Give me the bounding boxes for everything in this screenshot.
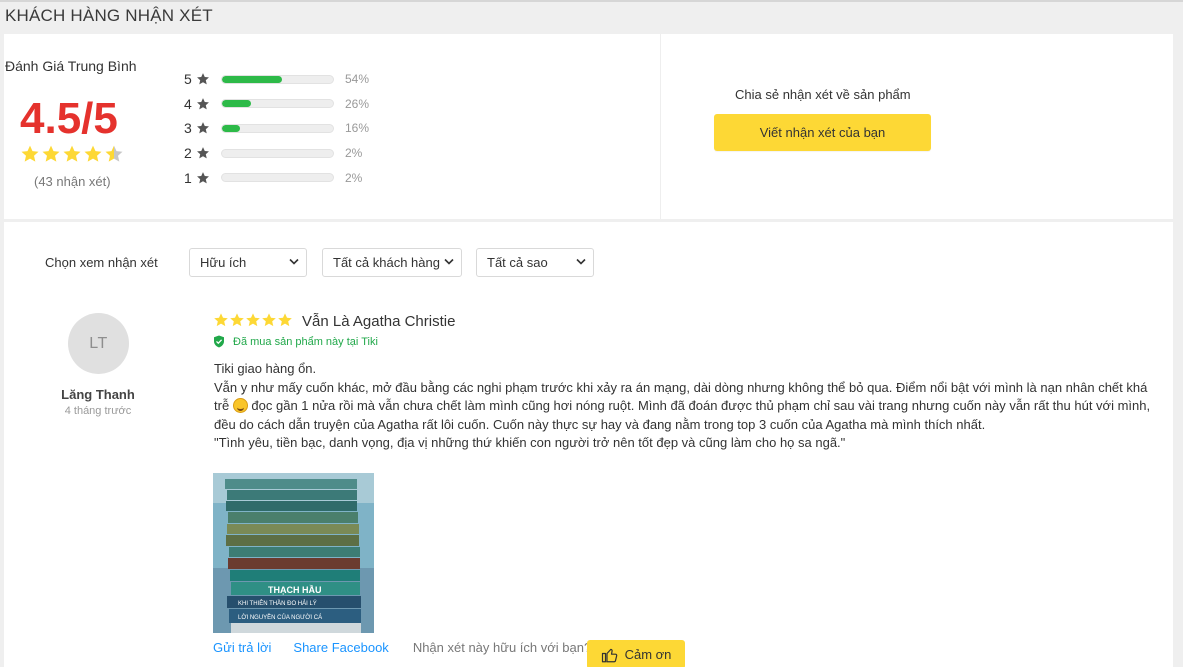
star-icon xyxy=(63,145,81,162)
rating-bar xyxy=(221,99,334,109)
review-actions: Gửi trả lời Share Facebook Nhận xét này … xyxy=(213,640,591,655)
star-icon xyxy=(197,98,209,110)
star-icon xyxy=(21,145,39,162)
star-icon xyxy=(262,313,276,327)
sort-select-value: Hữu ích xyxy=(200,255,247,270)
rating-summary-card: Đánh Giá Trung Bình 4.5/5 (43 nhận xét) … xyxy=(4,34,1173,219)
top-divider xyxy=(0,0,1183,2)
avatar: LT xyxy=(68,313,129,374)
star-icon xyxy=(197,73,209,85)
average-score: 4.5/5 xyxy=(20,94,118,143)
star-icon xyxy=(197,147,209,159)
rating-percent: 54% xyxy=(345,72,370,87)
helpful-question: Nhận xét này hữu ích với bạn? xyxy=(412,640,592,655)
filter-label: Chọn xem nhận xét xyxy=(45,255,158,270)
star-icon xyxy=(246,313,260,327)
verified-text: Đã mua sản phẩm này tại Tiki xyxy=(233,335,378,348)
rating-star-count: 1 xyxy=(184,169,192,186)
share-review-text: Chia sẻ nhận xét về sản phẩm xyxy=(735,87,911,102)
verified-purchase: Đã mua sản phẩm này tại Tiki xyxy=(213,335,378,348)
star-icon xyxy=(42,145,60,162)
rating-star-count: 4 xyxy=(184,95,192,112)
photo-text-1: THẠCH HẦU xyxy=(268,585,322,595)
reply-link[interactable]: Gửi trả lời xyxy=(213,640,271,655)
rating-row: 1 2% xyxy=(184,165,369,190)
review-time: 4 tháng trước xyxy=(64,405,132,417)
rating-row: 5 54% xyxy=(184,67,369,92)
review-content: Tiki giao hàng ổn. Vẫn y như mấy cuốn kh… xyxy=(214,360,1164,453)
star-filter-value: Tất cả sao xyxy=(487,255,548,270)
rating-bar-fill xyxy=(222,75,282,83)
rating-bar xyxy=(221,123,334,133)
section-title: KHÁCH HÀNG NHẬN XÉT xyxy=(5,6,213,25)
reviewer-name: Lăng Thanh xyxy=(61,387,135,402)
rating-percent: 2% xyxy=(345,170,363,185)
write-review-button[interactable]: Viết nhận xét của bạn xyxy=(714,114,931,151)
verified-shield-icon xyxy=(214,335,224,348)
customer-filter-select[interactable]: Tất cả khách hàng xyxy=(322,248,462,277)
customer-filter-value: Tất cả khách hàng xyxy=(333,255,440,270)
rating-star-count: 3 xyxy=(184,120,192,137)
half-star-icon xyxy=(105,145,123,162)
star-icon xyxy=(197,122,209,134)
review-text-part-b: đọc gần 1 nửa rồi mà vẫn chưa chết làm m… xyxy=(214,398,1151,432)
summary-divider xyxy=(660,34,661,219)
star-filter-select[interactable]: Tất cả sao xyxy=(476,248,594,277)
star-icon xyxy=(197,171,209,184)
average-stars xyxy=(20,144,124,164)
rating-percent: 26% xyxy=(345,96,370,111)
star-icon xyxy=(214,313,228,327)
rating-row: 2 2% xyxy=(184,141,369,166)
reviews-card: Chọn xem nhận xét Hữu ích Tất cả khách h… xyxy=(4,222,1173,667)
rating-bar xyxy=(221,173,334,183)
rating-row: 4 26% xyxy=(184,92,369,117)
laughing-emoji-icon xyxy=(232,398,248,413)
photo-text-2: KHI THIÊN THẦN ĐO HẢI LÝ xyxy=(238,599,317,607)
review-count: (43 nhận xét) xyxy=(34,174,111,189)
review-stars xyxy=(213,312,293,328)
average-rating-label: Đánh Giá Trung Bình xyxy=(5,58,137,74)
review-line-1: Tiki giao hàng ổn. xyxy=(214,361,317,376)
sort-select[interactable]: Hữu ích xyxy=(189,248,307,277)
review-line-3: "Tình yêu, tiền bạc, danh vọng, địa vị n… xyxy=(214,435,846,450)
star-icon xyxy=(230,313,244,327)
review-title: Vẫn Là Agatha Christie xyxy=(302,313,456,330)
star-icon xyxy=(278,313,292,327)
rating-bar-fill xyxy=(222,100,251,108)
rating-star-count: 5 xyxy=(184,71,192,88)
photo-text-3: LỜI NGUYỀN CỦA NGƯỜI CÁ xyxy=(238,614,322,621)
chevron-down-icon xyxy=(289,258,299,265)
review-line-2: Vẫn y như mấy cuốn khác, mở đầu bằng các… xyxy=(214,379,1164,435)
rating-percent: 16% xyxy=(345,121,370,136)
share-facebook-link[interactable]: Share Facebook xyxy=(293,640,388,655)
thumbs-up-icon xyxy=(601,648,617,662)
chevron-down-icon xyxy=(576,258,586,265)
rating-percent: 2% xyxy=(345,146,363,161)
thanks-button[interactable]: Cảm ơn xyxy=(587,640,685,667)
rating-row: 3 16% xyxy=(184,116,369,141)
star-icon xyxy=(84,145,102,162)
rating-bar xyxy=(221,148,334,158)
review-photo-thumbnail[interactable]: THẠCH HẦU KHI THIÊN THẦN ĐO HẢI LÝ LỜI N… xyxy=(213,473,374,633)
chevron-down-icon xyxy=(444,258,454,265)
thanks-button-label: Cảm ơn xyxy=(624,647,672,662)
rating-distribution: 5 54% 4 26% 3 16% 2 2% 1 2% xyxy=(184,67,369,190)
rating-star-count: 2 xyxy=(184,145,192,162)
rating-bar-fill xyxy=(222,124,240,132)
book-stack-image: THẠCH HẦU KHI THIÊN THẦN ĐO HẢI LÝ LỜI N… xyxy=(213,473,374,633)
rating-bar xyxy=(221,74,334,84)
